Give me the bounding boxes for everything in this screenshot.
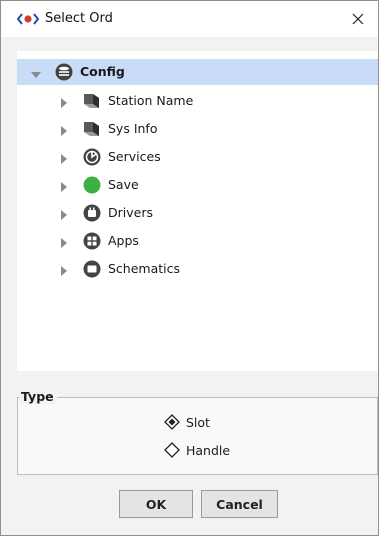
tree-node-schematics[interactable]: Schematics [17,256,378,282]
radio-unselected-icon [164,442,180,458]
tree-node-apps[interactable]: Apps [17,228,378,254]
tree-node-station-name[interactable]: Station Name [17,88,378,114]
component-icon [83,92,101,110]
tree-node-drivers[interactable]: Drivers [17,200,378,226]
tree-node-label: Schematics [108,261,181,276]
component-icon [83,120,101,138]
tree-node-label: Services [108,149,161,164]
radio-handle[interactable]: Handle [164,442,230,458]
radio-handle-label: Handle [186,442,231,458]
apps-icon [83,232,101,250]
close-icon [352,13,364,25]
app-logo-icon [16,13,40,25]
services-icon [83,148,101,166]
schematics-icon [83,260,101,278]
tree-node-label: Sys Info [108,121,158,136]
collapsed-triangle-icon[interactable] [59,124,69,136]
tree-node-label: Apps [108,233,139,248]
tree-node-label: Save [108,177,139,192]
radio-slot-label: Slot [186,414,210,430]
tree-node-label: Config [80,64,125,79]
collapsed-triangle-icon[interactable] [59,96,69,108]
type-group-box: Slot Handle [17,397,378,475]
title-bar: Select Ord [1,1,378,37]
expanded-triangle-icon[interactable] [31,68,41,78]
collapsed-triangle-icon[interactable] [59,152,69,164]
cancel-button[interactable]: Cancel [201,490,278,518]
tree-node-services[interactable]: Services [17,144,378,170]
collapsed-triangle-icon[interactable] [59,208,69,220]
radio-slot[interactable]: Slot [164,414,210,430]
tree-node-label: Station Name [108,93,194,108]
select-ord-dialog: Select Ord Config Station Name Sys Info … [0,0,379,536]
collapsed-triangle-icon[interactable] [59,180,69,192]
collapsed-triangle-icon[interactable] [59,236,69,248]
tree-node-config[interactable]: Config [17,59,378,85]
tree-node-label: Drivers [108,205,153,220]
ord-tree: Config Station Name Sys Info Services Sa… [17,51,378,371]
radio-selected-icon [164,414,180,430]
close-button[interactable] [338,1,378,37]
database-icon [55,63,73,81]
tree-node-save[interactable]: Save [17,172,378,198]
tree-node-sys-info[interactable]: Sys Info [17,116,378,142]
green-circle-icon [83,176,101,194]
ok-button[interactable]: OK [119,490,193,518]
drivers-icon [83,204,101,222]
collapsed-triangle-icon[interactable] [59,264,69,276]
window-title: Select Ord [45,11,113,26]
type-legend: Type [19,389,57,404]
